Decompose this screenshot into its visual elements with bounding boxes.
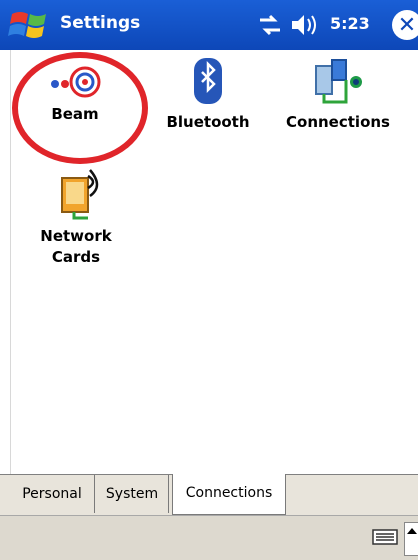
applet-label: Connections <box>286 113 390 131</box>
input-panel-arrow-button[interactable] <box>404 522 418 556</box>
tab-connections[interactable]: Connections <box>172 474 286 515</box>
applet-connections[interactable]: Connections <box>278 56 398 133</box>
left-border <box>0 50 11 474</box>
applet-label: Beam <box>51 105 99 123</box>
clock[interactable]: 5:23 <box>330 14 370 33</box>
beam-icon <box>51 66 101 98</box>
applet-network-cards[interactable]: Network Cards <box>26 168 126 268</box>
close-button[interactable]: ✕ <box>392 10 418 40</box>
tab-system[interactable]: System <box>96 475 169 513</box>
volume-icon[interactable] <box>290 12 322 38</box>
network-cards-icon <box>61 169 99 220</box>
chevron-up-icon <box>407 528 417 534</box>
applet-beam[interactable]: Beam <box>30 62 120 125</box>
applet-label: Bluetooth <box>166 113 250 131</box>
title-bar: Settings 5:23 ✕ <box>0 0 418 50</box>
applet-bluetooth[interactable]: Bluetooth <box>158 54 258 133</box>
connectivity-icon[interactable] <box>258 14 282 36</box>
keyboard-icon[interactable] <box>372 528 398 546</box>
menu-bar <box>0 515 418 560</box>
tab-personal[interactable]: Personal <box>10 475 95 513</box>
windows-start-icon[interactable] <box>8 8 52 44</box>
bluetooth-icon <box>194 58 222 104</box>
tab-bar: Personal System Connections <box>0 474 418 516</box>
connections-icon <box>315 59 362 104</box>
applet-label: Network Cards <box>40 227 112 266</box>
app-title: Settings <box>60 13 141 33</box>
close-icon: ✕ <box>397 12 417 38</box>
